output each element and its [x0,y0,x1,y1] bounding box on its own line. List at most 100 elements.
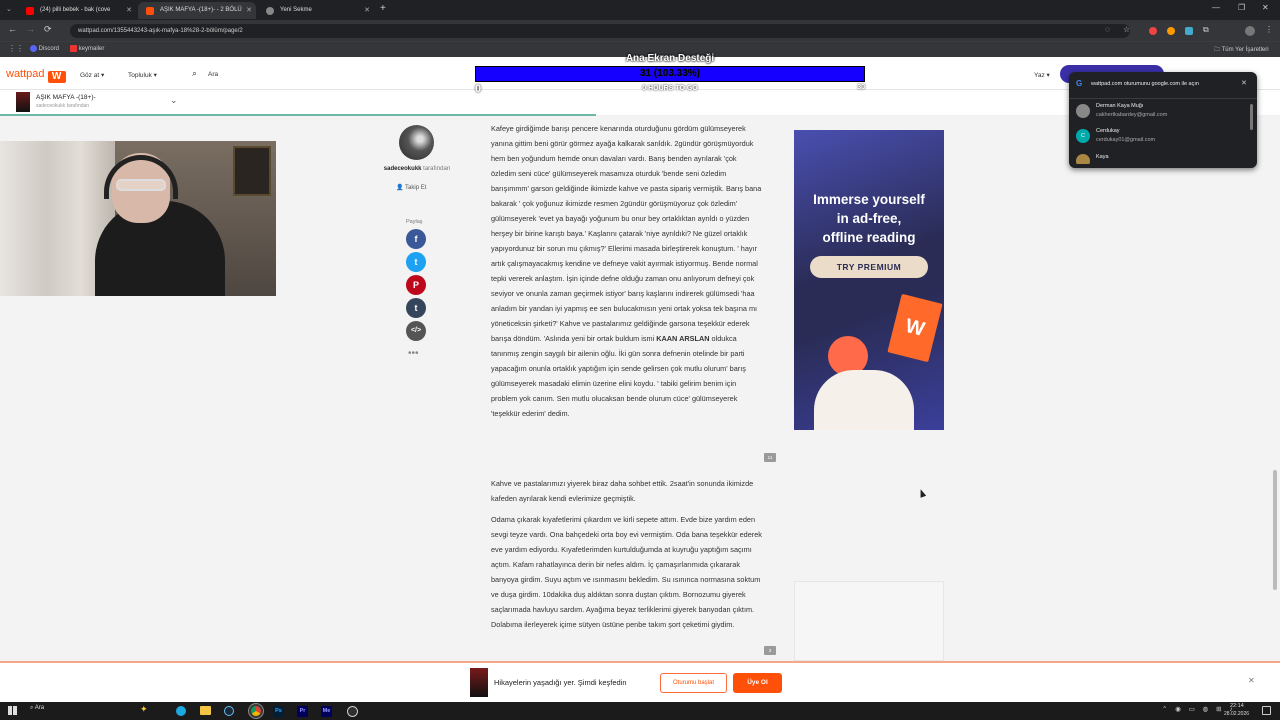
bookmark-discord[interactable]: Discord [30,45,59,52]
new-tab-button[interactable]: + [380,3,386,14]
paragraph-text: Kahve ve pastalarımızı yiyerek biraz dah… [491,479,754,503]
ad-line-3: offline reading [822,230,916,245]
search-icon[interactable]: ⌕ [192,68,197,79]
write-menu[interactable]: Yaz ▾ [1034,71,1050,79]
story-cover-thumb[interactable] [16,92,30,112]
clock-time[interactable]: 22:14 [1230,703,1244,709]
pinterest-share-icon[interactable]: P [406,275,426,295]
close-icon[interactable]: ✕ [1241,79,1247,87]
browse-menu[interactable]: Göz at ▾ [80,71,104,79]
wattpad-w-icon: W [47,71,66,83]
file-explorer-icon[interactable] [200,706,211,715]
tab-wattpad-active[interactable]: AŞIK MAFYA -(18+)- - 2 BÖLÜ ✕ [138,2,256,19]
twitter-share-icon[interactable]: t [406,252,426,272]
follow-button[interactable]: 👤 Takip Et [396,184,426,191]
tab-new-tab[interactable]: Yeni Sekme ✕ [258,2,374,19]
star-icon[interactable]: ☆ [1123,25,1130,34]
close-tab-icon[interactable]: ✕ [364,2,370,19]
goal-scale: 0 0 HOURS TO GO 30 [475,82,865,96]
minimize-icon[interactable]: — [1212,3,1220,12]
author-avatar[interactable] [399,125,434,160]
try-premium-button[interactable]: TRY PREMIUM [810,256,928,278]
premiere-icon[interactable]: Pr [297,706,308,717]
goal-max: 30 [857,84,865,91]
account-avatar [1076,104,1090,118]
account-row[interactable]: Derman Kaya Muğı cakhertkabardey@gmail.c… [1069,98,1257,122]
search-input[interactable]: Ara [208,71,218,78]
back-icon[interactable]: ← [8,24,17,34]
all-bookmarks-label: Tüm Yer İşaretleri [1221,47,1269,53]
account-email: cerdukay01@gmail.com [1096,137,1156,143]
premium-ad[interactable]: Immerse yourself in ad-free, offline rea… [794,130,944,430]
close-tab-icon[interactable]: ✕ [126,2,132,19]
reader-body-illustration [814,370,914,430]
community-menu[interactable]: Topluluk ▾ [128,71,157,79]
steam-icon[interactable] [224,706,234,716]
notifications-icon[interactable] [1262,706,1271,715]
account-name: Cerdukay [1096,128,1120,134]
media-encoder-icon[interactable]: Me [321,706,332,717]
keymailer-icon [70,45,77,52]
extension-orange-icon[interactable] [1167,27,1175,35]
glasses [116,179,166,191]
page-scrollbar[interactable] [1273,470,1277,590]
tab-title: Yeni Sekme [280,7,312,13]
extension-red-icon[interactable] [1149,27,1157,35]
eye-off-icon[interactable]: ◌ [1105,25,1110,34]
bookmark-keymailer[interactable]: keymailer [70,45,104,52]
discord-icon [30,45,37,52]
forward-icon[interactable]: → [26,24,35,34]
tab-youtube[interactable]: (24) pilli bebek - bak (cove ✕ [18,2,136,19]
inline-comment-count[interactable]: 11 [764,453,776,462]
reload-icon[interactable]: ⟳ [44,24,52,35]
all-bookmarks-button[interactable]: 🗀 Tüm Yer İşaretleri [1214,45,1269,55]
inline-comment-count[interactable]: 3 [764,646,776,655]
close-tab-icon[interactable]: ✕ [246,2,252,19]
extension-teal-icon[interactable] [1185,27,1193,35]
author-suffix: tarafından [423,166,451,172]
framed-portrait [233,146,271,196]
popup-scrollbar[interactable] [1250,104,1253,130]
taskbar-search[interactable]: ⌕ Ara [30,705,44,712]
copilot-icon[interactable]: ✦ [140,704,148,715]
restore-icon[interactable]: ❐ [1238,3,1245,12]
paragraph-text: Odama çıkarak kıyafetlerimi çıkardım ve … [491,515,762,629]
tumblr-share-icon[interactable]: t [406,298,426,318]
obs-icon[interactable] [347,706,358,717]
windows-taskbar: ⌕ Ara ✦ Ps Pr Me ⌃ ◉ ▭ ◍ ⊞ ♪ 22:14 28.02… [0,702,1280,720]
menu-icon[interactable]: ⋮ [1265,25,1273,34]
account-row[interactable]: C Cerdukay cerdukay01@gmail.com [1069,124,1257,148]
wattpad-logo[interactable]: wattpad W [6,68,66,83]
apps-icon[interactable]: ⋮⋮ [8,44,24,53]
account-row[interactable]: Kaya [1069,150,1257,164]
photoshop-icon[interactable]: Ps [273,706,284,717]
chrome-icon[interactable] [248,703,264,719]
windows-start-icon[interactable] [8,706,17,715]
author-name[interactable]: sadeceokukk [384,166,422,172]
edge-icon[interactable] [176,706,186,716]
account-name: Derman Kaya Muğı [1096,103,1144,109]
extensions-area: ◌ ☆ ⧉ ⋮ [1105,25,1275,36]
extensions-icon[interactable]: ⧉ [1203,25,1209,35]
signup-button[interactable]: Üye Ol [733,673,782,693]
banner-cover-thumb [470,668,488,697]
clock-date[interactable]: 28.02.2026 [1224,711,1249,717]
close-banner-icon[interactable]: ✕ [1248,676,1255,685]
login-button[interactable]: Oturumu başlat [660,673,727,693]
facebook-share-icon[interactable]: f [406,229,426,249]
embed-share-icon[interactable]: </> [406,321,426,341]
tab-title: (24) pilli bebek - bak (cove [40,7,111,13]
tab-list-button[interactable]: ⌄ [6,5,12,13]
close-window-icon[interactable]: ✕ [1262,3,1269,12]
browser-tab-bar: ⌄ (24) pilli bebek - bak (cove ✕ AŞIK MA… [0,0,1280,20]
chapter-chevron-down-icon[interactable]: ⌄ [170,95,178,106]
bookmark-label: Discord [38,46,60,53]
folder-icon: 🗀 [1214,47,1221,53]
chevron-down-icon: ▾ [100,72,105,79]
more-options-icon[interactable]: ••• [408,348,419,359]
story-title[interactable]: AŞIK MAFYA -(18+)- [36,94,96,101]
profile-avatar[interactable] [1245,26,1255,36]
paragraph: Kahve ve pastalarımızı yiyerek biraz dah… [491,476,763,506]
taskbar-search-label: Ara [34,705,45,711]
url-field[interactable]: wattpad.com/1355443243-aşık-mafya-18%28-… [70,24,1130,38]
